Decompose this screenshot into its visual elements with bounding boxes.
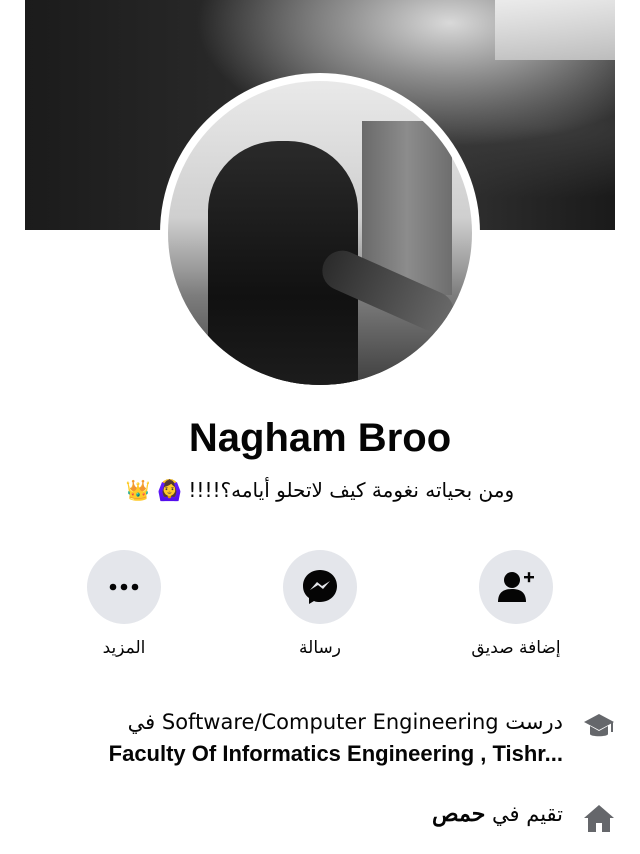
messenger-icon — [283, 550, 357, 624]
education-text: درست Software/Computer Engineering في Fa… — [35, 706, 563, 770]
add-friend-label: إضافة صديق — [471, 638, 561, 658]
graduation-cap-icon — [583, 710, 615, 742]
education-school-link[interactable]: Faculty Of Informatics Engineering , Tis… — [35, 738, 563, 770]
lives-city-link[interactable]: حمص — [432, 801, 485, 826]
profile-bio: ومن بحياته نغومة كيف لاتحلو أيامه؟!!!! 🙆… — [125, 478, 515, 502]
lives-in-row: تقيم في حمص — [35, 798, 615, 832]
profile-name: Nagham Broo — [188, 416, 452, 460]
more-label: المزيد — [102, 638, 146, 658]
profile-picture[interactable] — [168, 81, 472, 385]
education-in: في — [127, 710, 156, 734]
education-row: درست Software/Computer Engineering في Fa… — [35, 706, 615, 770]
more-button[interactable]: المزيد — [54, 550, 194, 658]
more-icon — [87, 550, 161, 624]
lives-prefix: تقيم في — [492, 802, 563, 826]
education-field: Software/Computer Engineering — [161, 710, 499, 734]
message-label: رسالة — [299, 638, 341, 658]
cover-photo-highlight — [495, 0, 615, 60]
home-icon — [583, 802, 615, 834]
add-friend-icon — [479, 550, 553, 624]
lives-in-text: تقيم في حمص — [35, 798, 563, 830]
profile-actions: إضافة صديق رسالة المزيد — [0, 550, 640, 660]
add-friend-button[interactable]: إضافة صديق — [446, 550, 586, 658]
message-button[interactable]: رسالة — [250, 550, 390, 658]
education-prefix: درست — [505, 710, 563, 734]
